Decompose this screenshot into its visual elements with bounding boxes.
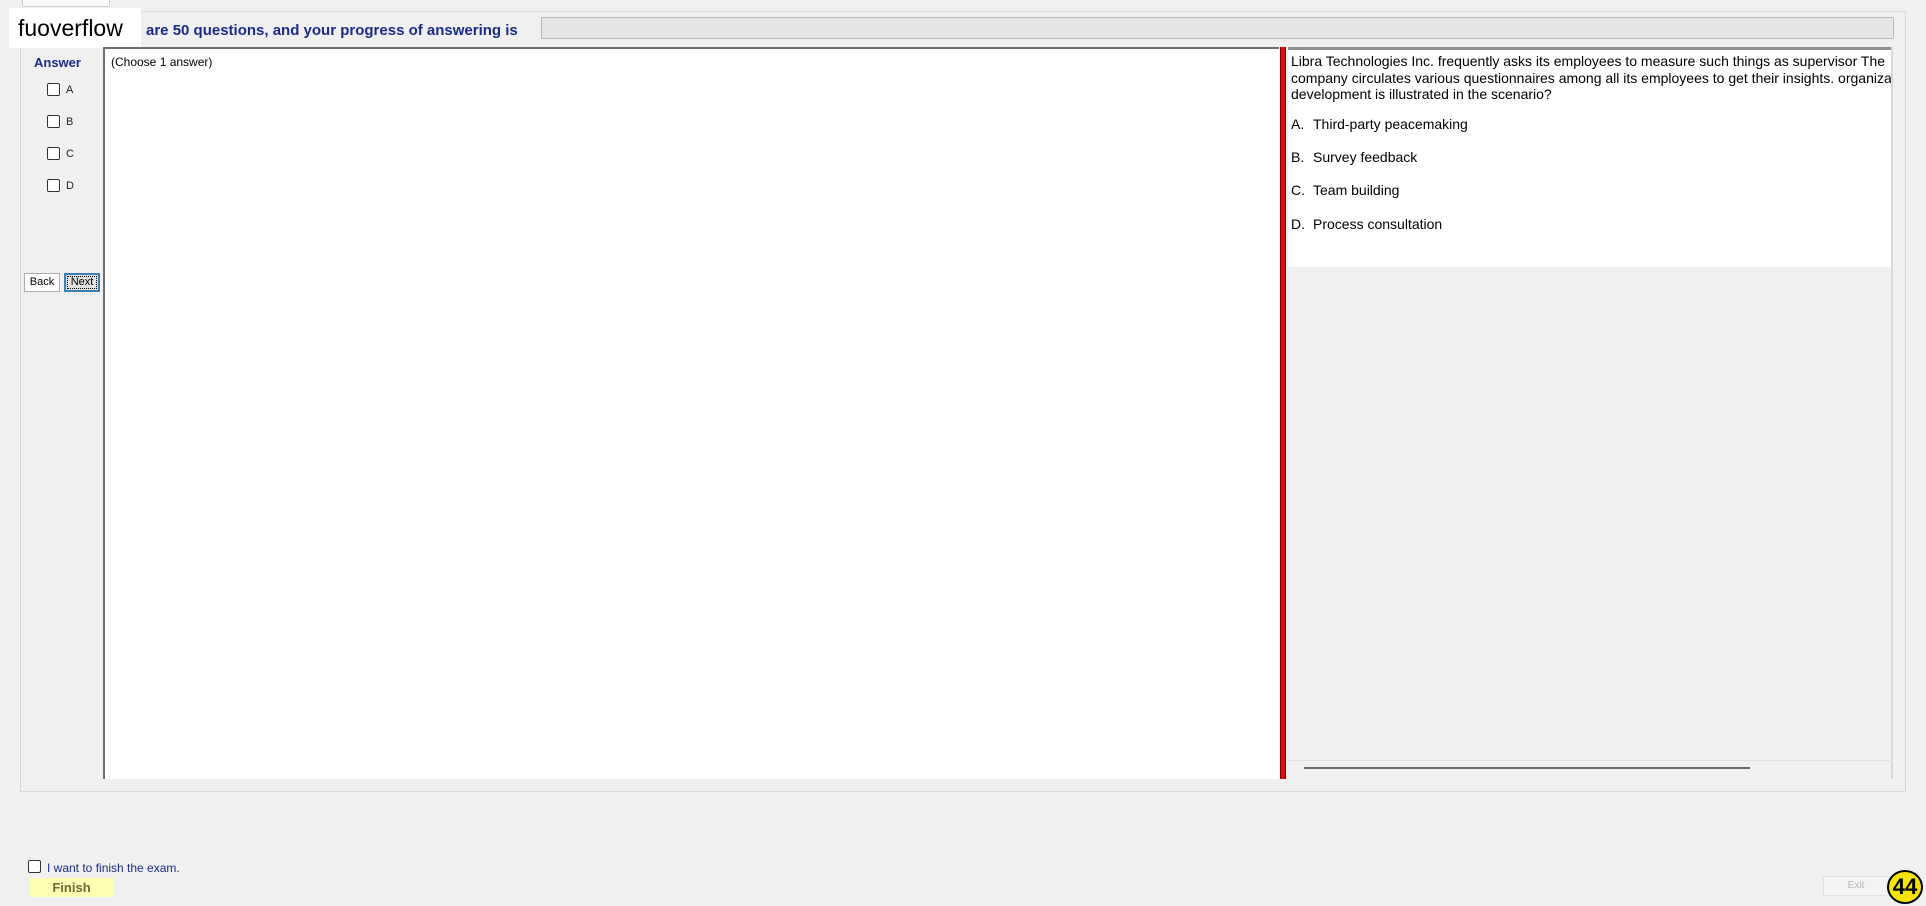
progress-bar — [541, 17, 1894, 39]
question-choice-a: A. Third-party peacemaking — [1291, 116, 1468, 132]
question-choice-b: B. Survey feedback — [1291, 149, 1417, 165]
question-count-badge: 44 — [1887, 870, 1923, 904]
question-choice-c-text: Team building — [1313, 182, 1400, 198]
answer-option-c-label: C — [66, 147, 74, 160]
checkbox-a[interactable] — [47, 83, 60, 96]
panel-splitter[interactable] — [1280, 47, 1286, 779]
choose-instruction: (Choose 1 answer) — [111, 55, 213, 69]
finish-exam-checkbox[interactable] — [28, 859, 41, 873]
answer-option-a-label: A — [66, 83, 74, 96]
checkbox-c[interactable] — [47, 147, 60, 160]
answer-text-panel: (Choose 1 answer) — [103, 47, 1279, 779]
question-choice-c-key: C. — [1291, 182, 1305, 198]
question-choice-a-text: Third-party peacemaking — [1313, 116, 1468, 132]
question-choice-d-text: Process consultation — [1313, 216, 1443, 232]
answer-label: Answer — [34, 55, 81, 70]
checkbox-b[interactable] — [47, 115, 60, 128]
answer-option-b[interactable]: B — [47, 115, 73, 128]
question-choice-d: D. Process consultation — [1291, 216, 1442, 232]
finish-exam-check[interactable]: I want to finish the exam. — [28, 857, 180, 875]
answer-option-d-label: D — [66, 179, 74, 192]
question-choice-c: C. Team building — [1291, 182, 1399, 198]
question-choice-d-key: D. — [1291, 216, 1305, 232]
brand-logo: fuoverflow — [9, 8, 141, 48]
finish-button[interactable]: Finish — [30, 878, 113, 897]
answer-option-d[interactable]: D — [47, 179, 74, 192]
question-choice-b-text: Survey feedback — [1313, 149, 1418, 165]
question-choice-a-key: A. — [1291, 116, 1305, 132]
question-panel: Libra Technologies Inc. frequently asks … — [1288, 47, 1893, 267]
answer-option-c[interactable]: C — [47, 147, 74, 160]
back-button[interactable]: Back — [24, 273, 60, 292]
question-panel-edge — [1891, 47, 1893, 779]
horizontal-scroll-track — [1288, 760, 1893, 761]
exit-button[interactable]: Exit — [1823, 876, 1889, 896]
answer-option-a[interactable]: A — [47, 83, 73, 96]
question-choice-b-key: B. — [1291, 149, 1305, 165]
progress-text: are 50 questions, and your progress of a… — [146, 22, 518, 39]
finish-exam-label: I want to finish the exam. — [47, 861, 180, 875]
checkbox-d[interactable] — [47, 179, 60, 192]
question-stem: Libra Technologies Inc. frequently asks … — [1291, 53, 1893, 102]
next-button[interactable]: Next — [64, 273, 100, 292]
top-tab — [22, 0, 110, 7]
answer-option-b-label: B — [66, 115, 74, 128]
horizontal-scrollbar-thumb[interactable] — [1304, 767, 1750, 769]
